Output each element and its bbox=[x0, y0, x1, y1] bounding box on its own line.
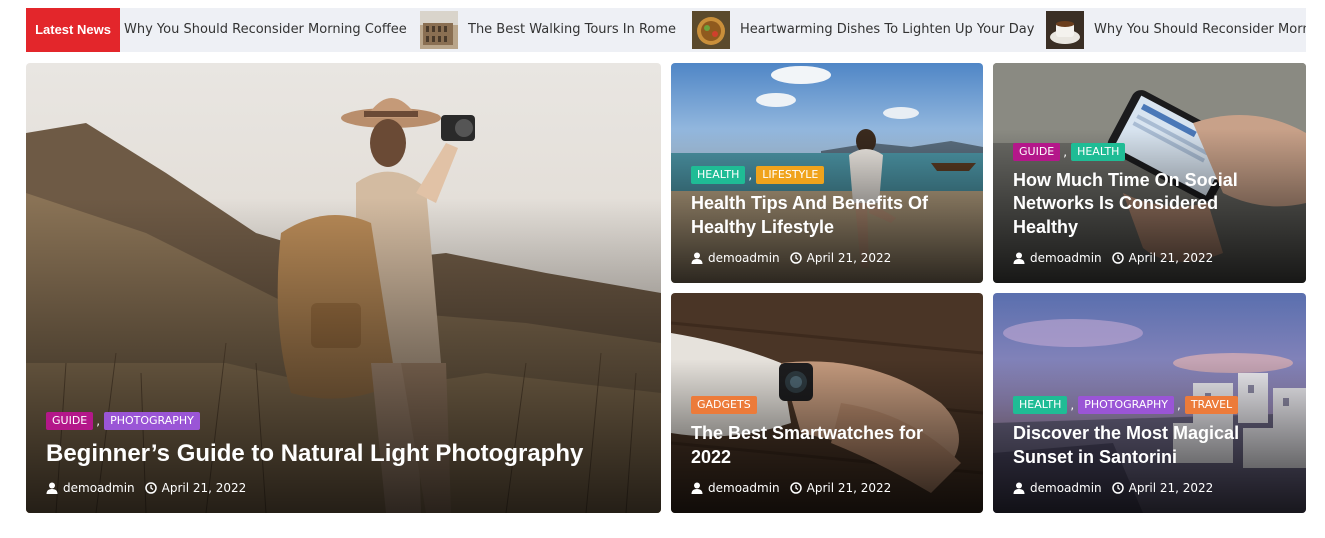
post-title[interactable]: Discover the Most Magical Sunset in Sant… bbox=[1013, 422, 1288, 469]
post-content: HEALTH , PHOTOGRAPHY , TRAVEL Discover t… bbox=[1013, 396, 1288, 495]
post-content: GADGETS The Best Smartwatches for 2022 d… bbox=[691, 396, 965, 495]
clock-icon bbox=[789, 482, 802, 494]
post-date[interactable]: April 21, 2022 bbox=[807, 251, 892, 265]
user-icon bbox=[691, 252, 703, 264]
category-badge[interactable]: PHOTOGRAPHY bbox=[104, 411, 200, 430]
post-content: GUIDE , PHOTOGRAPHY Beginner’s Guide to … bbox=[46, 411, 643, 495]
user-icon bbox=[46, 482, 58, 494]
user-icon bbox=[1013, 252, 1025, 264]
colosseum-thumbnail[interactable] bbox=[420, 11, 458, 49]
post-date[interactable]: April 21, 2022 bbox=[162, 481, 247, 495]
category-badge[interactable]: HEALTH bbox=[1071, 142, 1126, 161]
category-separator: , bbox=[1070, 398, 1075, 413]
ticker-item-title[interactable]: Why You Should Reconsider Morning Coffee bbox=[1094, 8, 1306, 52]
post-title[interactable]: Health Tips And Benefits Of Healthy Life… bbox=[691, 192, 965, 239]
post-title[interactable]: How Much Time On Social Networks Is Cons… bbox=[1013, 169, 1288, 239]
post-categories: GADGETS bbox=[691, 396, 965, 415]
ticker-item-title[interactable]: Heartwarming Dishes To Lighten Up Your D… bbox=[740, 8, 1034, 52]
post-author[interactable]: demoadmin bbox=[1030, 481, 1102, 495]
post-content: HEALTH , LIFESTYLE Health Tips And Benef… bbox=[691, 166, 965, 265]
user-icon bbox=[1013, 482, 1025, 494]
clock-icon bbox=[789, 252, 802, 264]
post-categories: GUIDE , HEALTH bbox=[1013, 142, 1288, 161]
post-card[interactable]: HEALTH , PHOTOGRAPHY , TRAVEL Discover t… bbox=[993, 293, 1306, 513]
post-title[interactable]: The Best Smartwatches for 2022 bbox=[691, 422, 965, 469]
ticker-item-title[interactable]: Why You Should Reconsider Morning Coffee bbox=[124, 8, 407, 52]
post-meta: demoadmin April 21, 2022 bbox=[1013, 481, 1288, 495]
post-title[interactable]: Beginner’s Guide to Natural Light Photog… bbox=[46, 438, 643, 469]
post-categories: GUIDE , PHOTOGRAPHY bbox=[46, 411, 643, 430]
post-author[interactable]: demoadmin bbox=[63, 481, 135, 495]
latest-news-ticker: Latest News Why You Should Reconsider Mo… bbox=[26, 8, 1306, 52]
ticker-item[interactable]: Why You Should Reconsider Morning Coffee bbox=[1046, 8, 1306, 52]
post-date[interactable]: April 21, 2022 bbox=[1129, 481, 1214, 495]
category-badge[interactable]: LIFESTYLE bbox=[756, 166, 825, 185]
post-meta: demoadmin April 21, 2022 bbox=[46, 481, 643, 495]
category-badge[interactable]: GADGETS bbox=[691, 396, 757, 415]
post-author[interactable]: demoadmin bbox=[1030, 251, 1102, 265]
clock-icon bbox=[1111, 482, 1124, 494]
category-badge[interactable]: PHOTOGRAPHY bbox=[1078, 396, 1174, 415]
coffee-thumbnail[interactable] bbox=[1046, 11, 1084, 49]
post-card-featured[interactable]: GUIDE , PHOTOGRAPHY Beginner’s Guide to … bbox=[26, 63, 661, 513]
ticker-item[interactable]: Why You Should Reconsider Morning Coffee bbox=[124, 8, 407, 52]
ticker-item-title[interactable]: The Best Walking Tours In Rome bbox=[468, 8, 676, 52]
category-separator: , bbox=[1177, 398, 1181, 413]
category-separator: , bbox=[96, 413, 101, 428]
category-badge[interactable]: HEALTH bbox=[691, 166, 746, 185]
category-badge[interactable]: HEALTH bbox=[1013, 396, 1068, 415]
post-categories: HEALTH , PHOTOGRAPHY , TRAVEL bbox=[1013, 396, 1288, 415]
post-date[interactable]: April 21, 2022 bbox=[807, 481, 892, 495]
post-card[interactable]: GUIDE , HEALTH How Much Time On Social N… bbox=[993, 63, 1306, 283]
category-separator: , bbox=[748, 168, 753, 183]
ticker-item[interactable]: The Best Walking Tours In Rome bbox=[420, 8, 676, 52]
latest-news-label: Latest News bbox=[26, 8, 120, 52]
post-card[interactable]: GADGETS The Best Smartwatches for 2022 d… bbox=[671, 293, 983, 513]
post-meta: demoadmin April 21, 2022 bbox=[1013, 251, 1288, 265]
ticker-item[interactable]: Heartwarming Dishes To Lighten Up Your D… bbox=[692, 8, 1034, 52]
post-categories: HEALTH , LIFESTYLE bbox=[691, 166, 965, 185]
category-badge[interactable]: GUIDE bbox=[1013, 142, 1061, 161]
user-icon bbox=[691, 482, 703, 494]
ticker-track: Why You Should Reconsider Morning Coffee… bbox=[120, 8, 1306, 52]
category-separator: , bbox=[1063, 144, 1068, 159]
clock-icon bbox=[1111, 252, 1124, 264]
clock-icon bbox=[144, 482, 157, 494]
post-content: GUIDE , HEALTH How Much Time On Social N… bbox=[1013, 142, 1288, 265]
post-card[interactable]: HEALTH , LIFESTYLE Health Tips And Benef… bbox=[671, 63, 983, 283]
category-badge[interactable]: TRAVEL bbox=[1184, 396, 1239, 415]
dish-thumbnail[interactable] bbox=[692, 11, 730, 49]
category-badge[interactable]: GUIDE bbox=[46, 411, 94, 430]
post-date[interactable]: April 21, 2022 bbox=[1129, 251, 1214, 265]
post-meta: demoadmin April 21, 2022 bbox=[691, 481, 965, 495]
post-author[interactable]: demoadmin bbox=[708, 481, 780, 495]
post-meta: demoadmin April 21, 2022 bbox=[691, 251, 965, 265]
post-author[interactable]: demoadmin bbox=[708, 251, 780, 265]
